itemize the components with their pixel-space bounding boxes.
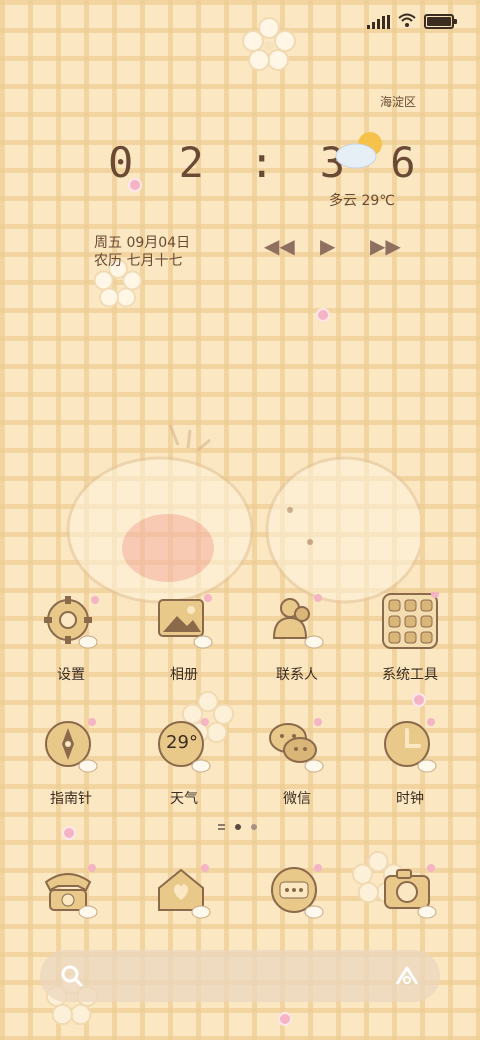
weather-text: 多云 29℃ — [329, 193, 395, 209]
background-flower — [240, 16, 298, 74]
search-bar[interactable] — [40, 950, 440, 1002]
wechat-icon — [266, 716, 328, 778]
app-settings[interactable]: 设置 — [16, 592, 126, 684]
app-label: 相册 — [170, 667, 198, 683]
page-dot-active[interactable] — [235, 824, 241, 830]
lunar-date-text: 农历 七月十七 — [94, 253, 183, 269]
phone-icon — [40, 862, 102, 924]
page-list-icon[interactable] — [218, 824, 225, 830]
app-label: 设置 — [57, 667, 85, 683]
folder-grid-icon — [379, 590, 441, 654]
app-compass[interactable]: 指南针 — [16, 716, 126, 808]
status-bar — [367, 12, 457, 31]
background-dot — [318, 310, 328, 320]
app-clock[interactable]: 时钟 — [355, 716, 465, 808]
dock-camera[interactable] — [355, 862, 465, 924]
camera-icon — [379, 862, 441, 924]
app-wechat[interactable]: 微信 — [242, 716, 352, 808]
app-label: 天气 — [170, 791, 198, 807]
app-label: 时钟 — [396, 791, 424, 807]
app-label: 系统工具 — [382, 667, 438, 683]
battery-icon — [424, 14, 457, 29]
next-track-icon[interactable]: ▶▶ — [370, 234, 401, 258]
compass-icon — [40, 716, 102, 778]
app-gallery[interactable]: 相册 — [129, 592, 239, 684]
dock-home[interactable] — [129, 862, 239, 924]
search-icon[interactable] — [60, 964, 84, 992]
play-icon[interactable]: ▶ — [320, 234, 335, 258]
app-contacts[interactable]: 联系人 — [242, 592, 352, 684]
app-label: 联系人 — [276, 667, 318, 683]
partly-cloudy-icon — [334, 128, 386, 172]
background-dot — [414, 695, 424, 705]
app-label: 指南针 — [50, 791, 92, 807]
background-dot — [64, 828, 74, 838]
message-icon — [266, 862, 328, 924]
contacts-icon — [266, 592, 328, 654]
date-text: 周五 09月04日 — [94, 235, 191, 251]
app-weather[interactable]: 29° 天气 — [129, 716, 239, 808]
previous-track-icon[interactable]: ◀◀ — [264, 234, 295, 258]
page-dot[interactable] — [251, 824, 257, 830]
dock-phone[interactable] — [16, 862, 126, 924]
page-indicator[interactable] — [218, 824, 257, 830]
gear-icon — [40, 592, 102, 654]
app-system-tools[interactable]: 系统工具 — [355, 590, 465, 684]
weather-icon: 29° — [153, 716, 215, 778]
weather-temperature-badge: 29° — [166, 732, 198, 753]
district-label: 海淀区 — [380, 95, 417, 109]
app-label: 微信 — [283, 791, 311, 807]
assistant-icon[interactable] — [394, 964, 420, 992]
background-dot — [280, 1014, 290, 1024]
dock-messages[interactable] — [242, 862, 352, 924]
gallery-icon — [153, 592, 215, 654]
home-heart-icon — [153, 862, 215, 924]
clock-icon — [379, 716, 441, 778]
cellular-signal-icon — [367, 14, 390, 29]
wifi-icon — [398, 12, 416, 31]
